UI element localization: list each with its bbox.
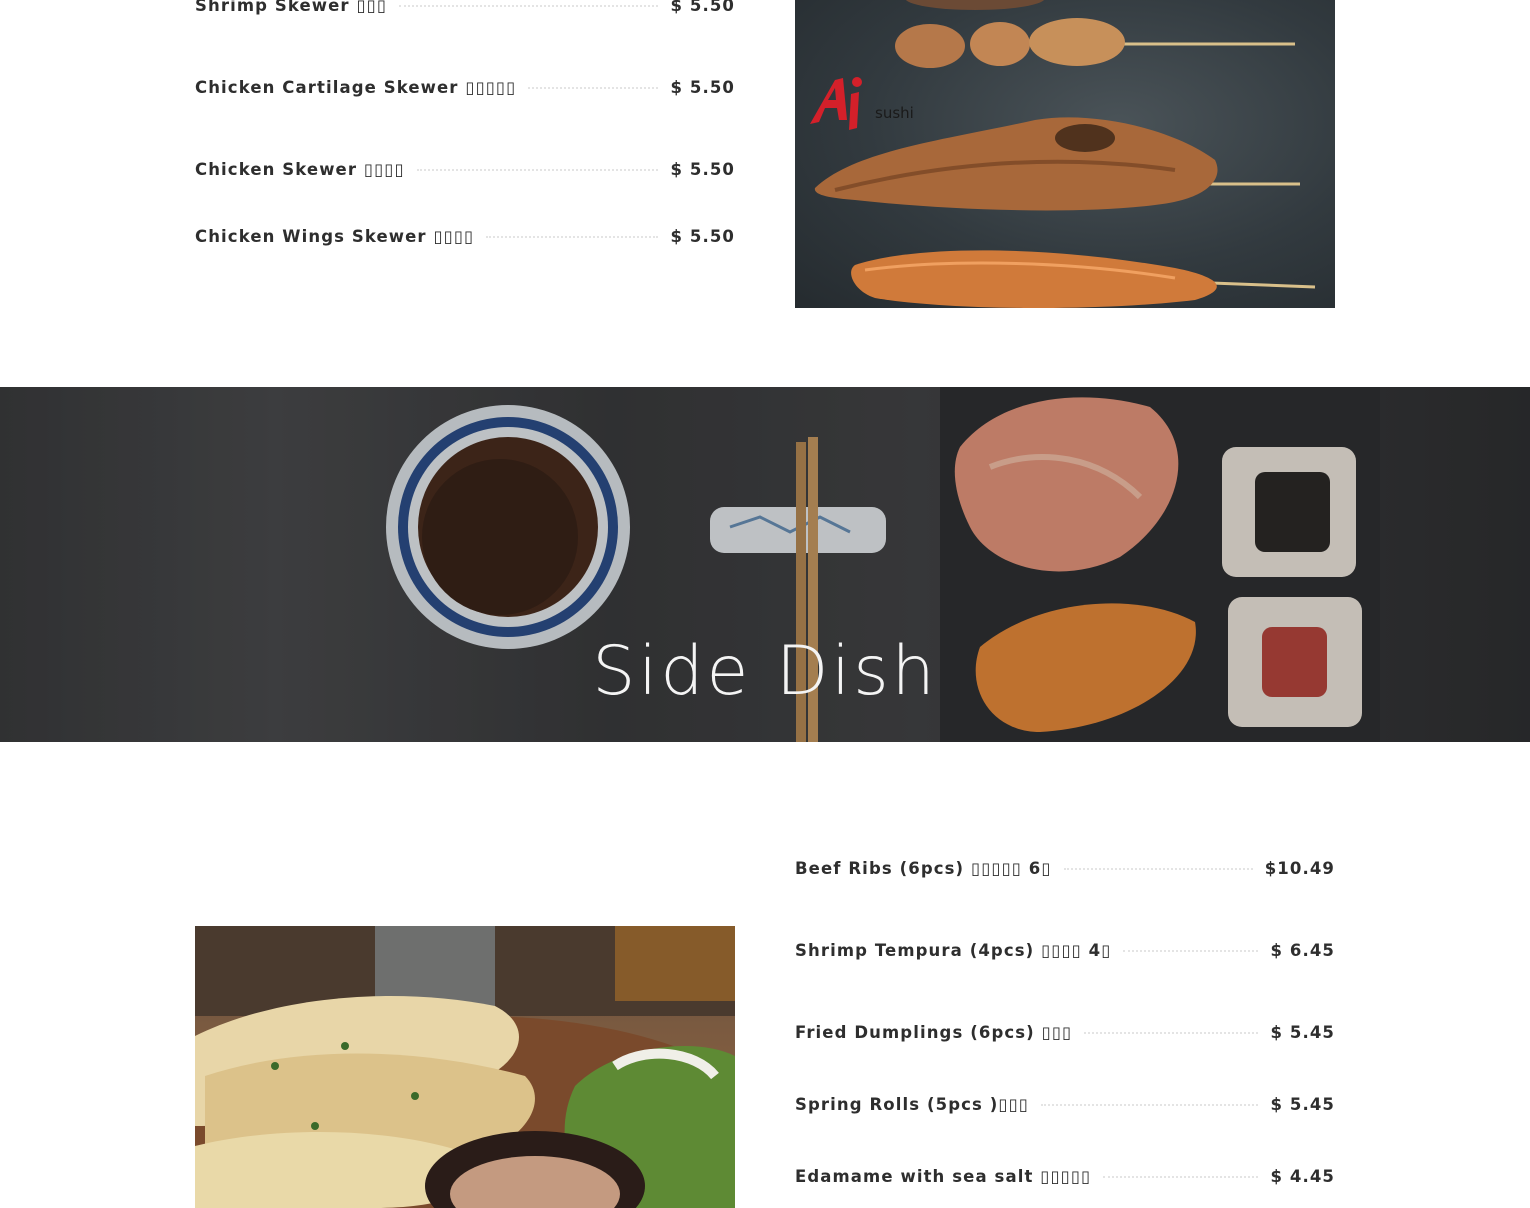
menu-item: Edamame with sea salt ▯▯▯▯▯ $ 4.45 bbox=[795, 1167, 1335, 1186]
menu-item: Shrimp Tempura (4pcs) ▯▯▯▯ 4▯ $ 6.45 bbox=[795, 941, 1335, 960]
dotted-leader bbox=[1063, 868, 1253, 870]
menu-item-price: $ 5.50 bbox=[670, 78, 735, 97]
banner-title: Side Dish bbox=[592, 632, 938, 711]
menu-item-name: Edamame with sea salt ▯▯▯▯▯ bbox=[795, 1167, 1092, 1186]
menu-item: Chicken Cartilage Skewer ▯▯▯▯▯ $ 5.50 bbox=[195, 78, 735, 97]
menu-item-price: $10.49 bbox=[1264, 859, 1335, 878]
aisushi-logo: sushi bbox=[810, 77, 914, 130]
menu-item-price: $ 4.45 bbox=[1270, 1167, 1335, 1186]
menu-item-name: Shrimp Tempura (4pcs) ▯▯▯▯ 4▯ bbox=[795, 941, 1112, 960]
menu-item-price: $ 6.45 bbox=[1270, 941, 1335, 960]
menu-item: Chicken Wings Skewer ▯▯▯▯ $ 5.50 bbox=[195, 227, 735, 246]
menu-item: Fried Dumplings (6pcs) ▯▯▯ $ 5.45 bbox=[795, 1023, 1335, 1042]
menu-item-name: Spring Rolls (5pcs )▯▯▯ bbox=[795, 1095, 1029, 1114]
menu-item-name: Shrimp Skewer ▯▯▯ bbox=[195, 0, 388, 15]
side-dish-banner: Side Dish bbox=[0, 387, 1530, 742]
dotted-leader bbox=[399, 5, 659, 7]
menu-item: Beef Ribs (6pcs) ▯▯▯▯▯ 6▯ $10.49 bbox=[795, 859, 1335, 878]
menu-item: Chicken Skewer ▯▯▯▯ $ 5.50 bbox=[195, 160, 735, 179]
menu-item-name: Fried Dumplings (6pcs) ▯▯▯ bbox=[795, 1023, 1073, 1042]
menu-item: Spring Rolls (5pcs )▯▯▯ $ 5.45 bbox=[795, 1095, 1335, 1114]
menu-item: Shrimp Skewer ▯▯▯ $ 5.50 bbox=[195, 0, 735, 15]
logo-text: sushi bbox=[875, 104, 914, 122]
dotted-leader bbox=[486, 236, 659, 238]
dotted-leader bbox=[416, 169, 659, 171]
dotted-leader bbox=[1123, 950, 1259, 952]
dotted-leader bbox=[1084, 1032, 1259, 1034]
menu-item-price: $ 5.50 bbox=[670, 160, 735, 179]
skewer-illustration bbox=[814, 0, 1316, 308]
dotted-leader bbox=[528, 87, 659, 89]
skewer-photo: sushi bbox=[795, 0, 1335, 308]
menu-item-price: $ 5.50 bbox=[670, 0, 735, 15]
menu-item-name: Beef Ribs (6pcs) ▯▯▯▯▯ 6▯ bbox=[795, 859, 1052, 878]
menu-item-price: $ 5.45 bbox=[1270, 1095, 1335, 1114]
menu-item-name: Chicken Wings Skewer ▯▯▯▯ bbox=[195, 227, 475, 246]
dotted-leader bbox=[1103, 1176, 1259, 1178]
side-dish-photo bbox=[195, 926, 735, 1208]
side-dish-illustration bbox=[195, 926, 735, 1208]
menu-item-price: $ 5.50 bbox=[670, 227, 735, 246]
dotted-leader bbox=[1040, 1104, 1259, 1106]
menu-item-name: Chicken Cartilage Skewer ▯▯▯▯▯ bbox=[195, 78, 517, 97]
menu-item-name: Chicken Skewer ▯▯▯▯ bbox=[195, 160, 405, 179]
menu-item-price: $ 5.45 bbox=[1270, 1023, 1335, 1042]
